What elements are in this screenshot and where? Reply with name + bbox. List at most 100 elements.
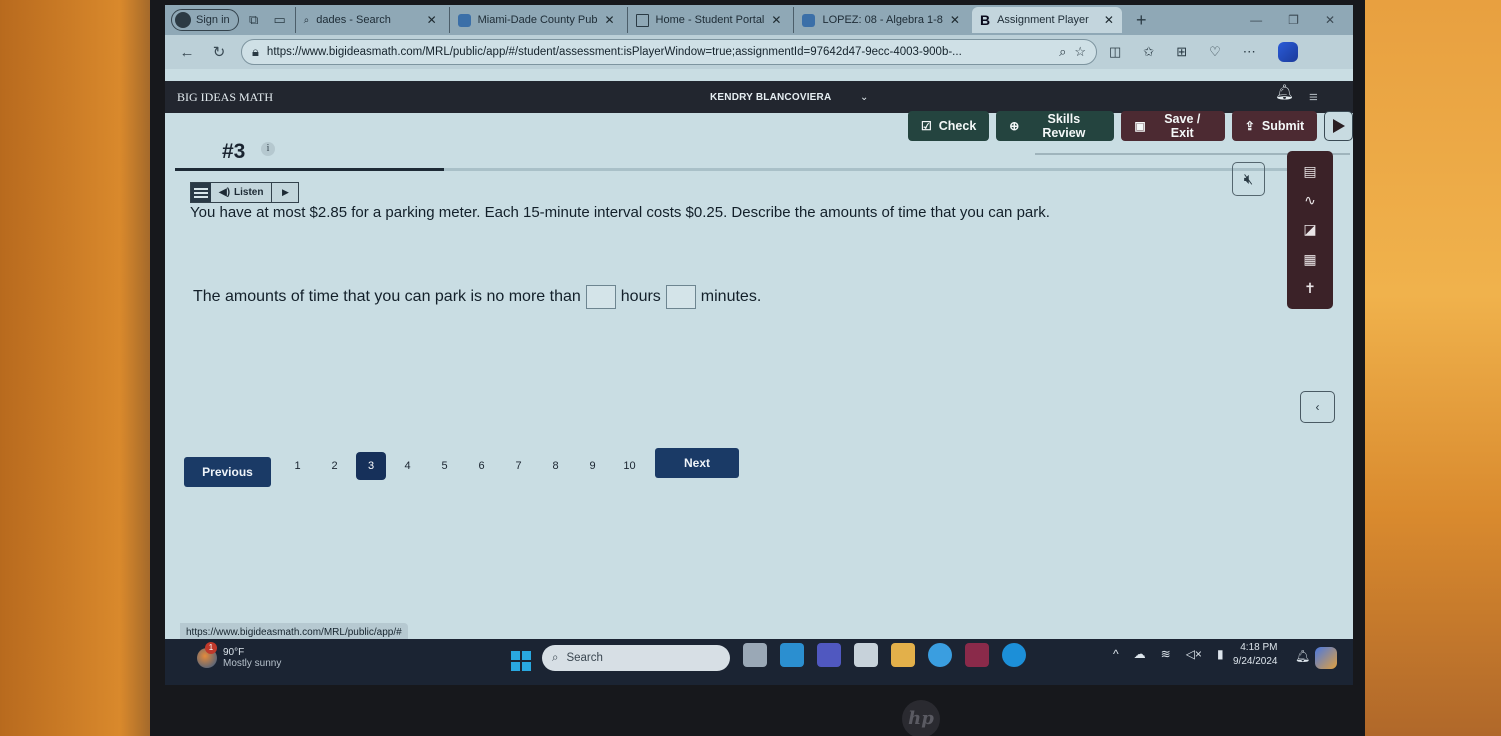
new-tab-button[interactable]: + [1126,10,1157,31]
site-favicon-icon [457,13,471,27]
minimize-icon[interactable]: — [1250,13,1262,27]
tab-actions-icon[interactable]: ▭ [269,9,291,31]
tab-student-portal[interactable]: Home - Student Portal ✕ [626,7,790,33]
restore-icon[interactable]: ❐ [1288,13,1299,27]
windows-start-icon[interactable] [511,651,531,671]
close-tab-icon[interactable]: ✕ [771,13,781,27]
help-icon[interactable] [928,643,952,667]
hours-input[interactable] [585,285,616,309]
accessibility-icon[interactable]: ✝ [1300,280,1320,297]
calculator-icon[interactable]: ▤ [1300,163,1320,180]
close-tab-icon[interactable]: ✕ [950,13,960,27]
close-tab-icon[interactable]: ✕ [427,13,437,27]
chevron-up-icon[interactable]: ^ [1113,647,1119,661]
flag-icon [1332,119,1345,133]
weather-widget[interactable]: 1 90°F Mostly sunny [197,642,281,669]
copilot-taskbar-icon[interactable] [1315,647,1337,669]
tab-title: Assignment Player [997,14,1089,26]
minutes-input[interactable] [665,285,696,309]
page-5-button[interactable]: 5 [426,452,463,480]
zoom-icon[interactable]: ⌕ [1059,44,1066,60]
system-tray: ^ ☁ ≋ ◁× ▮ [1113,647,1224,661]
submit-button[interactable]: ⇪ Submit [1231,111,1318,141]
onedrive-icon[interactable]: ☁ [1134,647,1146,661]
favorites-icon[interactable]: ✩ [1143,44,1154,60]
answer-sentence: The amounts of time that you can park is… [193,285,761,309]
bell-icon[interactable]: 🔔︎ [1275,83,1294,101]
tab-title: Miami-Dade County Pub [477,14,598,26]
clock[interactable]: 4:18 PM 9/24/2024 [1233,641,1278,669]
b-logo-icon: B [979,12,991,28]
sign-in-button[interactable]: Sign in [171,9,239,31]
listen-menu-icon[interactable] [191,183,211,202]
tab-algebra[interactable]: LOPEZ: 08 - Algebra 1-8 ✕ [793,7,968,33]
info-icon[interactable]: i [261,142,275,156]
edge-icon[interactable] [1002,643,1026,667]
graph-icon[interactable]: ◪ [1300,221,1320,238]
volume-muted-icon[interactable]: ◁× [1186,647,1202,661]
hp-logo: hp [902,700,940,736]
page-4-button[interactable]: 4 [389,452,426,480]
save-exit-button[interactable]: ▣ Save / Exit [1121,111,1225,141]
workspaces-icon[interactable]: ⧉ [243,9,265,31]
mcafee-icon[interactable] [965,643,989,667]
file-explorer-icon[interactable] [891,643,915,667]
url-text: https://www.bigideasmath.com/MRL/public/… [266,46,962,58]
copilot-icon[interactable] [1277,42,1298,62]
page-7-button[interactable]: 7 [500,452,537,480]
play-icon[interactable]: ▶ [272,183,299,202]
page-2-button[interactable]: 2 [316,452,353,480]
upload-icon: ⇪ [1244,119,1255,133]
notification-bell-icon[interactable]: 🔔︎ [1295,649,1310,663]
previous-button[interactable]: Previous [184,457,271,487]
tab-miami-dade[interactable]: Miami-Dade County Pub ✕ [448,7,623,33]
page-8-button[interactable]: 8 [537,452,574,480]
tab-title: dades - Search [316,14,391,26]
favorite-star-icon[interactable]: ☆ [1074,44,1086,60]
task-view-icon[interactable] [743,643,767,667]
listen-button[interactable]: ◀) Listen [211,183,273,202]
taskbar-search[interactable]: ⌕ Search [542,645,730,671]
question-number: #3 [222,140,246,163]
page-6-button[interactable]: 6 [463,452,500,480]
flag-button[interactable] [1324,111,1353,141]
tab-search[interactable]: ⌕ dades - Search ✕ [294,7,445,33]
page-1-button[interactable]: 1 [279,452,316,480]
next-button[interactable]: Next [655,448,739,478]
myhp-icon[interactable] [780,643,804,667]
scribble-icon[interactable]: ∿ [1300,192,1320,209]
chevron-down-icon[interactable]: ⌄ [860,92,868,103]
check-button[interactable]: ☑ Check [908,111,990,141]
screen: Sign in ⧉ ▭ ⌕ dades - Search ✕ Miami-Dad… [165,5,1353,685]
url-input[interactable]: 🔒︎ https://www.bigideasmath.com/MRL/publ… [241,39,1097,65]
split-screen-icon[interactable]: ◫ [1109,44,1121,60]
more-options-icon[interactable]: ⋯ [1243,44,1256,60]
calendar-icon[interactable]: ▦ [1300,251,1320,268]
mute-audio-button[interactable]: 🔇︎ [1232,162,1265,196]
user-name[interactable]: KENDRY BLANCOVIERA [710,92,831,103]
battery-icon[interactable]: ▮ [1217,647,1224,661]
wifi-icon[interactable]: ≋ [1161,647,1171,661]
store-icon[interactable] [854,643,878,667]
menu-icon[interactable]: ≡ [1309,89,1318,106]
tab-assignment-player[interactable]: B Assignment Player ✕ [971,7,1122,33]
browser-essentials-icon[interactable]: ♡ [1209,44,1221,60]
minutes-label: minutes. [700,288,762,305]
submit-label: Submit [1261,119,1305,133]
collections-icon[interactable]: ⊞ [1176,44,1187,60]
chevron-left-icon: ‹ [1315,400,1320,414]
refresh-icon[interactable]: ↻ [209,43,229,61]
tab-title: LOPEZ: 08 - Algebra 1-8 [822,14,943,26]
checkbox-icon: ☑ [921,119,932,133]
skills-review-button[interactable]: ⊕ Skills Review [996,111,1115,141]
page-9-button[interactable]: 9 [574,452,611,480]
close-tab-icon[interactable]: ✕ [604,13,614,27]
page-3-button[interactable]: 3 [356,452,386,480]
speaker-icon: ◀) [219,187,231,198]
close-tab-icon[interactable]: ✕ [1104,13,1114,27]
close-window-icon[interactable]: ✕ [1325,13,1335,27]
page-10-button[interactable]: 10 [611,452,648,480]
teams-icon[interactable] [817,643,841,667]
collapse-panel-button[interactable]: ‹ [1300,391,1335,423]
back-icon[interactable]: ← [177,44,197,61]
